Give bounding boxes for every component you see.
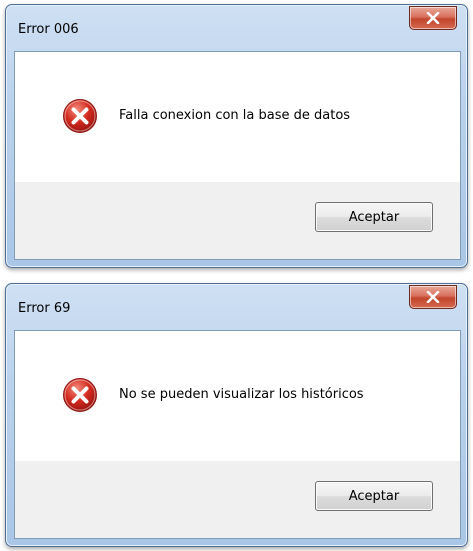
error-message: No se pueden visualizar los históricos (119, 387, 364, 402)
close-icon (426, 291, 440, 303)
error-icon (63, 378, 97, 412)
close-button[interactable] (409, 285, 457, 309)
close-icon (426, 12, 440, 24)
dialog-body: No se pueden visualizar los históricos A… (14, 330, 461, 539)
accept-button[interactable]: Aceptar (315, 481, 433, 511)
dialog-title: Error 69 (18, 301, 71, 316)
dialog-title: Error 006 (18, 22, 79, 37)
accept-button[interactable]: Aceptar (315, 202, 433, 232)
error-dialog-1: Error 006 Falla conexion con la base de … (5, 4, 468, 268)
error-icon (63, 99, 97, 133)
message-area: No se pueden visualizar los históricos (15, 331, 460, 461)
dialog-body: Falla conexion con la base de datos Acep… (14, 51, 461, 260)
close-button[interactable] (409, 6, 457, 30)
message-area: Falla conexion con la base de datos (15, 52, 460, 182)
error-dialog-2: Error 69 No se pueden visualizar los his… (5, 283, 468, 547)
error-message: Falla conexion con la base de datos (119, 108, 351, 123)
